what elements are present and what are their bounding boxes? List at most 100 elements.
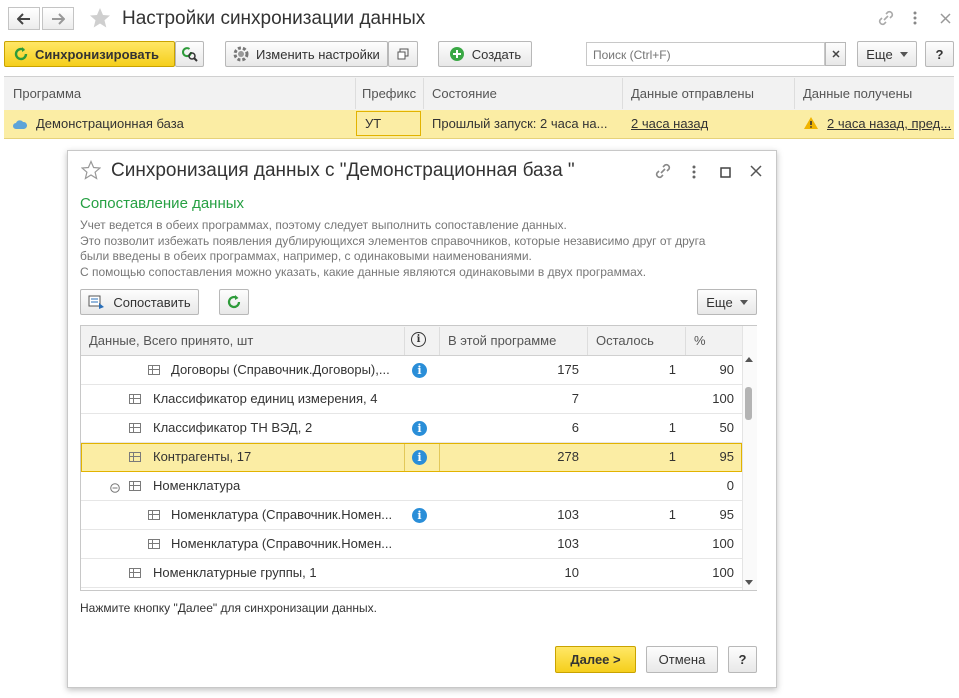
row-program: Демонстрационная база bbox=[36, 116, 184, 131]
grid-row-name: Номенклатура (Справочник.Номен... bbox=[171, 536, 393, 551]
scroll-thumb[interactable] bbox=[745, 387, 752, 420]
back-button[interactable] bbox=[8, 7, 40, 30]
grid-row-here bbox=[441, 472, 579, 500]
info-icon[interactable]: i bbox=[412, 508, 427, 523]
help-button[interactable]: ? bbox=[925, 41, 954, 67]
grid-row[interactable]: Классификатор ТН ВЭД, 2 i 6 1 50 bbox=[81, 414, 742, 443]
sync-button[interactable]: Синхронизировать bbox=[4, 41, 175, 67]
match-label: Сопоставить bbox=[113, 294, 191, 310]
cancel-button[interactable]: Отмена bbox=[646, 646, 718, 673]
plus-circle-icon bbox=[449, 47, 464, 61]
description-line: Учет ведется в обеих программах, поэтому… bbox=[80, 218, 567, 232]
grid-row-left: 1 bbox=[668, 507, 676, 522]
grid-col-info-icon[interactable]: i bbox=[411, 332, 426, 347]
grid-row-here: 175 bbox=[557, 362, 579, 377]
grid-col-here[interactable]: В этой программе bbox=[448, 333, 556, 348]
grid-row-here: 7 bbox=[571, 391, 579, 406]
grid-row[interactable]: Договоры (Справочник.Договоры),... i 175… bbox=[81, 356, 742, 385]
dialog-close-icon[interactable] bbox=[750, 165, 762, 180]
description-line: С помощью сопоставления можно указать, к… bbox=[80, 264, 647, 279]
dialog-favorite-icon[interactable] bbox=[80, 159, 102, 183]
grid-row-left: 1 bbox=[668, 420, 676, 435]
grid-col-left[interactable]: Осталось bbox=[596, 333, 654, 348]
row-sent-link[interactable]: 2 часа назад bbox=[631, 116, 708, 131]
create-button[interactable]: Создать bbox=[438, 41, 532, 67]
col-received-header[interactable]: Данные получены bbox=[803, 86, 912, 101]
create-label: Создать bbox=[471, 46, 522, 62]
next-button[interactable]: Далее > bbox=[555, 646, 636, 673]
dialog-title: Синхронизация данных с "Демонстрационная… bbox=[111, 160, 575, 181]
warning-icon bbox=[803, 116, 819, 133]
grid-row-left bbox=[589, 559, 676, 587]
page-title: Настройки синхронизации данных bbox=[122, 8, 426, 29]
open-window-icon bbox=[397, 48, 409, 60]
grid-row-name: Номенклатура (Справочник.Номен... bbox=[171, 507, 393, 522]
change-settings-label: Изменить настройки bbox=[256, 46, 380, 62]
grid-row-here: 10 bbox=[564, 565, 579, 580]
settings-gear-icon bbox=[233, 46, 249, 62]
table-icon bbox=[148, 510, 160, 520]
refresh-button[interactable] bbox=[219, 289, 249, 315]
sync-icon bbox=[14, 47, 28, 61]
grid-col-data[interactable]: Данные, Всего принято, шт bbox=[89, 333, 253, 348]
grid-row-selected[interactable]: Контрагенты, 17 i 278 1 95 bbox=[81, 443, 742, 472]
close-icon[interactable] bbox=[940, 12, 951, 27]
grid-row-name: Классификатор ТН ВЭД, 2 bbox=[153, 420, 313, 435]
table-icon bbox=[129, 568, 141, 578]
col-state-header[interactable]: Состояние bbox=[432, 86, 497, 101]
forward-button[interactable] bbox=[42, 7, 74, 30]
info-icon[interactable]: i bbox=[412, 421, 427, 436]
grid-scrollbar[interactable] bbox=[742, 326, 757, 590]
more-actions-icon[interactable] bbox=[912, 10, 918, 29]
grid-row-pct: 95 bbox=[719, 449, 734, 464]
match-button[interactable]: Сопоставить bbox=[80, 289, 199, 315]
arrow-left-icon bbox=[17, 12, 30, 25]
search-field[interactable] bbox=[586, 42, 825, 66]
dialog-more-icon[interactable] bbox=[691, 164, 697, 183]
table-icon bbox=[129, 452, 141, 462]
dialog-help-button[interactable]: ? bbox=[728, 646, 757, 673]
grid-row[interactable]: Номенклатура (Справочник.Номен... 103 10… bbox=[81, 530, 742, 559]
col-sent-header[interactable]: Данные отправлены bbox=[631, 86, 754, 101]
grid-row-here: 6 bbox=[571, 420, 579, 435]
more-button[interactable]: Еще bbox=[857, 41, 917, 67]
description: Учет ведется в обеих программах, поэтому… bbox=[80, 218, 770, 280]
favorite-star-icon[interactable] bbox=[89, 7, 111, 32]
sync-check-button[interactable] bbox=[175, 41, 204, 67]
grid-row[interactable]: Номенклатура 0 bbox=[81, 472, 742, 501]
collapse-icon[interactable] bbox=[110, 481, 120, 496]
scroll-down-icon[interactable] bbox=[745, 573, 753, 588]
dialog-link-icon[interactable] bbox=[654, 162, 672, 183]
link-icon[interactable] bbox=[877, 9, 895, 30]
grid-row-name: Договоры (Справочник.Договоры),... bbox=[171, 362, 390, 377]
col-program-header[interactable]: Программа bbox=[13, 86, 81, 101]
change-settings-button[interactable]: Изменить настройки bbox=[225, 41, 388, 67]
dialog-more-label: Еще bbox=[706, 294, 733, 310]
description-line: Это позволит избежать появления дублирую… bbox=[80, 233, 706, 248]
open-window-button[interactable] bbox=[388, 41, 418, 67]
hint-text: Нажмите кнопку "Далее" для синхронизации… bbox=[80, 601, 377, 615]
grid-row[interactable]: Номенклатура (Справочник.Номен... i 103 … bbox=[81, 501, 742, 530]
grid-row-name: Номенклатура bbox=[153, 478, 241, 493]
search-clear-button[interactable] bbox=[825, 42, 846, 66]
grid-row-pct: 0 bbox=[726, 478, 734, 493]
grid-row-pct: 100 bbox=[712, 536, 734, 551]
grid-row-name: Контрагенты, 17 bbox=[153, 449, 252, 464]
chevron-down-icon bbox=[739, 299, 748, 305]
grid-col-pct[interactable]: % bbox=[694, 333, 706, 348]
dialog-more-button[interactable]: Еще bbox=[697, 289, 757, 315]
grid-row-left bbox=[589, 530, 676, 558]
info-icon[interactable]: i bbox=[412, 363, 427, 378]
grid-row-here: 103 bbox=[557, 536, 579, 551]
scroll-up-icon[interactable] bbox=[745, 350, 753, 365]
grid-row[interactable]: Классификатор единиц измерения, 4 7 100 bbox=[81, 385, 742, 414]
row-received-link[interactable]: 2 часа назад, пред... bbox=[827, 116, 951, 131]
info-icon[interactable]: i bbox=[412, 450, 427, 465]
search-input[interactable] bbox=[591, 44, 820, 66]
table-icon bbox=[148, 539, 160, 549]
table-icon bbox=[129, 481, 141, 491]
maximize-icon[interactable] bbox=[720, 166, 731, 181]
col-prefix-header[interactable]: Префикс bbox=[362, 86, 416, 101]
row-prefix[interactable]: УТ bbox=[356, 111, 421, 136]
grid-row[interactable]: Номенклатурные группы, 1 10 100 bbox=[81, 559, 742, 588]
